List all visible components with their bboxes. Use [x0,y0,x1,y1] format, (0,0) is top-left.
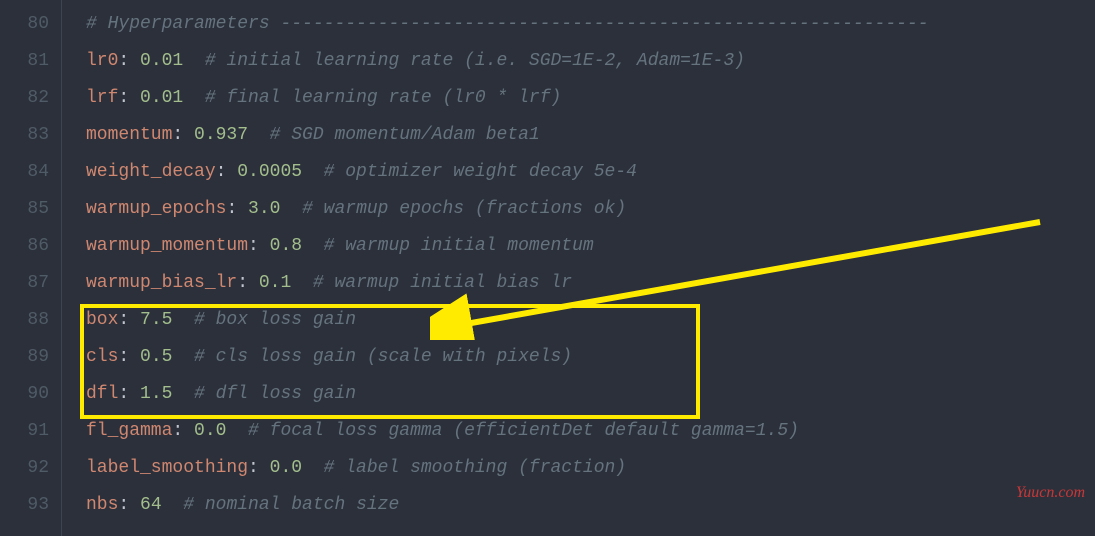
yaml-value: 0.0 [270,458,302,478]
colon: : [237,273,259,293]
code-line[interactable]: dfl: 1.5 # dfl loss gain [86,376,1095,413]
yaml-value: 0.0 [194,421,226,441]
line-number: 91 [8,413,49,450]
code-line[interactable]: # Hyperparameters ----------------------… [86,6,1095,43]
line-number: 92 [8,450,49,487]
code-line[interactable]: lr0: 0.01 # initial learning rate (i.e. … [86,43,1095,80]
code-line[interactable]: label_smoothing: 0.0 # label smoothing (… [86,450,1095,487]
code-line[interactable]: fl_gamma: 0.0 # focal loss gamma (effici… [86,413,1095,450]
yaml-value: 64 [140,495,162,515]
code-comment: # SGD momentum/Adam beta1 [270,125,540,145]
yaml-value: 0.5 [140,347,172,367]
yaml-key: fl_gamma [86,421,172,441]
yaml-value: 0.937 [194,125,248,145]
code-line[interactable]: nbs: 64 # nominal batch size [86,487,1095,524]
line-number: 83 [8,117,49,154]
yaml-key: nbs [86,495,118,515]
line-number: 80 [8,6,49,43]
yaml-value: 0.0005 [237,162,302,182]
code-line[interactable]: momentum: 0.937 # SGD momentum/Adam beta… [86,117,1095,154]
watermark-text: Yuucn.com [1016,478,1085,508]
code-line[interactable]: cls: 0.5 # cls loss gain (scale with pix… [86,339,1095,376]
colon: : [118,51,140,71]
code-line[interactable]: warmup_epochs: 3.0 # warmup epochs (frac… [86,191,1095,228]
code-comment: # focal loss gamma (efficientDet default… [248,421,799,441]
line-number: 82 [8,80,49,117]
code-editor: 80 81 82 83 84 85 86 87 88 89 90 91 92 9… [0,0,1095,536]
yaml-key: warmup_bias_lr [86,273,237,293]
colon: : [226,199,248,219]
yaml-key: weight_decay [86,162,216,182]
yaml-value: 3.0 [248,199,280,219]
code-comment: # warmup epochs (fractions ok) [302,199,626,219]
line-number: 93 [8,487,49,524]
yaml-key: dfl [86,384,118,404]
line-number: 85 [8,191,49,228]
code-line[interactable]: warmup_momentum: 0.8 # warmup initial mo… [86,228,1095,265]
yaml-key: momentum [86,125,172,145]
code-comment: # warmup initial momentum [324,236,594,256]
line-number: 86 [8,228,49,265]
code-content[interactable]: # Hyperparameters ----------------------… [62,0,1095,536]
code-comment: # dfl loss gain [194,384,356,404]
yaml-key: label_smoothing [86,458,248,478]
yaml-value: 0.01 [140,51,183,71]
code-line[interactable]: warmup_bias_lr: 0.1 # warmup initial bia… [86,265,1095,302]
code-comment: # warmup initial bias lr [313,273,572,293]
code-comment: # optimizer weight decay 5e-4 [324,162,637,182]
code-comment: # label smoothing (fraction) [324,458,626,478]
yaml-key: lr0 [86,51,118,71]
line-number: 84 [8,154,49,191]
code-comment: # initial learning rate (i.e. SGD=1E-2, … [205,51,745,71]
yaml-value: 1.5 [140,384,172,404]
code-line[interactable]: box: 7.5 # box loss gain [86,302,1095,339]
colon: : [248,236,270,256]
colon: : [118,347,140,367]
yaml-value: 0.1 [259,273,291,293]
line-number: 81 [8,43,49,80]
yaml-value: 7.5 [140,310,172,330]
yaml-key: lrf [86,88,118,108]
code-comment: # Hyperparameters ----------------------… [86,14,929,34]
line-number: 90 [8,376,49,413]
colon: : [216,162,238,182]
line-number: 88 [8,302,49,339]
yaml-value: 0.01 [140,88,183,108]
colon: : [118,495,140,515]
colon: : [118,310,140,330]
colon: : [248,458,270,478]
line-number: 87 [8,265,49,302]
code-comment: # cls loss gain (scale with pixels) [194,347,572,367]
code-comment: # nominal batch size [183,495,399,515]
colon: : [118,384,140,404]
yaml-key: box [86,310,118,330]
code-comment: # box loss gain [194,310,356,330]
yaml-key: warmup_momentum [86,236,248,256]
yaml-key: cls [86,347,118,367]
yaml-key: warmup_epochs [86,199,226,219]
code-comment: # final learning rate (lr0 * lrf) [205,88,561,108]
code-line[interactable]: weight_decay: 0.0005 # optimizer weight … [86,154,1095,191]
line-number: 89 [8,339,49,376]
colon: : [118,88,140,108]
code-line[interactable]: lrf: 0.01 # final learning rate (lr0 * l… [86,80,1095,117]
line-number-gutter: 80 81 82 83 84 85 86 87 88 89 90 91 92 9… [0,0,62,536]
colon: : [172,421,194,441]
yaml-value: 0.8 [270,236,302,256]
colon: : [172,125,194,145]
